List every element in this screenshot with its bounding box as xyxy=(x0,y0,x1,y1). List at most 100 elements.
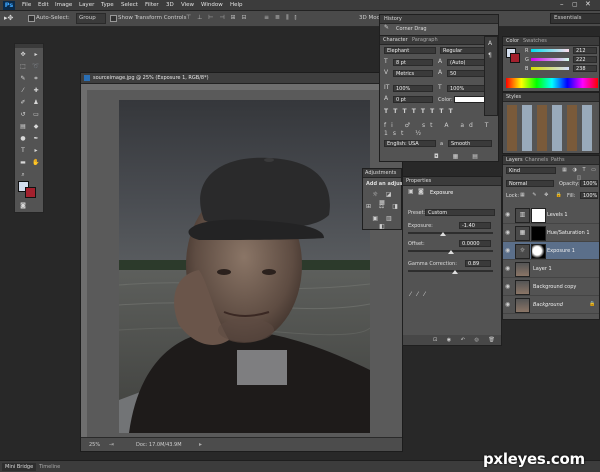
character-panel-icon[interactable]: A xyxy=(488,40,492,48)
history-brush-tool-icon[interactable]: ↺ xyxy=(18,110,28,119)
healing-tool-icon[interactable]: ✚ xyxy=(31,86,41,95)
tab-mini-bridge[interactable]: Mini Bridge xyxy=(2,463,37,471)
layer-row-selected[interactable]: ◉ ☼ Exposure 1 xyxy=(503,242,599,260)
menu-filter[interactable]: Filter xyxy=(145,2,159,8)
kerning-field[interactable]: Metrics xyxy=(393,70,433,77)
zoom-level[interactable]: 25% xyxy=(89,442,100,448)
visibility-eye-icon[interactable]: ◉ xyxy=(505,211,510,218)
tab-swatches[interactable]: Swatches xyxy=(523,38,547,44)
distribute-icons[interactable]: ≡ ≣ ⫼ ⫾ xyxy=(264,14,298,22)
menu-3d[interactable]: 3D xyxy=(166,2,174,8)
paragraph-panel-icon[interactable]: ¶ xyxy=(488,52,492,60)
menu-select[interactable]: Select xyxy=(121,2,138,8)
vertical-scale-field[interactable]: 100% xyxy=(393,85,433,92)
gradient-tool-icon[interactable]: ▤ xyxy=(18,122,28,131)
menu-layer[interactable]: Layer xyxy=(79,2,94,8)
auto-select-dropdown[interactable]: Group xyxy=(76,13,106,24)
zoom-tool-icon[interactable]: ⌕ xyxy=(18,170,28,179)
blend-mode-select[interactable]: Normal xyxy=(506,180,554,187)
align-icons[interactable]: ⊤ ⊥ ⊢ ⊣ ⊞ ⊟ xyxy=(186,14,249,21)
preset-select[interactable]: Custom xyxy=(425,209,495,216)
tab-paragraph[interactable]: Paragraph xyxy=(412,37,438,43)
opacity-field[interactable]: 100% xyxy=(580,180,598,187)
fill-field[interactable]: 100% xyxy=(580,192,598,199)
menu-type[interactable]: Type xyxy=(101,2,114,8)
quick-mask-icon[interactable]: ◙ xyxy=(18,201,28,210)
move-tool-icon[interactable]: ▸✥ xyxy=(4,14,13,22)
gamma-slider-handle[interactable] xyxy=(452,270,458,274)
lasso-tool-icon[interactable]: ➰ xyxy=(31,62,41,71)
layer-filter-select[interactable]: Kind xyxy=(506,167,556,174)
lock-icons[interactable]: ▦ ✎ ✥ 🔒 xyxy=(520,191,565,199)
shape-tool-icon[interactable]: ▬ xyxy=(18,158,28,167)
dodge-tool-icon[interactable]: ● xyxy=(18,134,28,143)
menu-file[interactable]: File xyxy=(22,2,31,8)
quick-select-tool-icon[interactable]: ✎ xyxy=(18,74,28,83)
tab-styles[interactable]: Styles xyxy=(506,94,521,100)
exposure-field[interactable]: -1.40 xyxy=(459,222,491,229)
move-tool-icon[interactable]: ✥ xyxy=(18,50,28,59)
status-arrow-icon[interactable]: ▸ xyxy=(199,441,202,448)
font-family-select[interactable]: Elephant xyxy=(384,47,436,54)
style-swatches-grid[interactable] xyxy=(507,105,597,151)
menu-view[interactable]: View xyxy=(181,2,194,8)
tab-color[interactable]: Color xyxy=(506,38,519,44)
visibility-eye-icon[interactable]: ◉ xyxy=(505,301,510,308)
export-icon[interactable]: ⇥ xyxy=(109,441,114,448)
exposure-slider-handle[interactable] xyxy=(440,232,446,236)
language-select[interactable]: English: USA xyxy=(384,140,436,147)
maximize-icon[interactable]: ▢ xyxy=(572,1,578,8)
baseline-field[interactable]: 0 pt xyxy=(393,96,433,103)
tab-timeline[interactable]: Timeline xyxy=(36,463,64,471)
layer-row[interactable]: ◉ Layer 1 xyxy=(503,260,599,278)
layer-row[interactable]: ◉ Background 🔒 xyxy=(503,296,599,314)
layer-mask-thumbnail[interactable] xyxy=(531,244,546,259)
opentype-buttons[interactable]: fi ♂ st A ad T 1st ½ xyxy=(384,122,496,138)
layer-row[interactable]: ◉ ▦ Hue/Saturation 1 xyxy=(503,224,599,242)
eyedropper-tool-icon[interactable]: ⁄ xyxy=(18,86,28,95)
type-tool-icon[interactable]: T xyxy=(18,146,28,155)
r-slider[interactable] xyxy=(531,49,569,52)
close-icon[interactable]: ✕ xyxy=(585,0,591,8)
gamma-field[interactable]: 0.89 xyxy=(465,260,491,267)
hand-tool-icon[interactable]: ✋ xyxy=(31,158,41,167)
layer-row[interactable]: ◉ ▥ Levels 1 xyxy=(503,206,599,224)
clone-stamp-tool-icon[interactable]: ♟ xyxy=(31,98,41,107)
color-spectrum-ramp[interactable] xyxy=(506,78,598,88)
panel-footer-icons[interactable]: ◘ ▦ ▤ xyxy=(434,153,484,161)
tab-history[interactable]: History xyxy=(384,16,402,22)
antialias-select[interactable]: Smooth xyxy=(448,140,492,147)
g-slider[interactable] xyxy=(531,58,569,61)
tab-adjustments[interactable]: Adjustments xyxy=(365,170,396,176)
artboard-tool-icon[interactable]: ▸ xyxy=(31,50,41,59)
eraser-tool-icon[interactable]: ▭ xyxy=(31,110,41,119)
minimize-icon[interactable]: – xyxy=(560,0,564,8)
canvas-image[interactable] xyxy=(119,100,370,433)
menu-window[interactable]: Window xyxy=(201,2,223,8)
font-size-field[interactable]: 8 pt xyxy=(393,59,433,66)
visibility-eye-icon[interactable]: ◉ xyxy=(505,283,510,290)
crop-tool-icon[interactable]: ⌗ xyxy=(31,74,41,83)
tab-layers[interactable]: Layers xyxy=(506,157,523,163)
r-field[interactable]: 212 xyxy=(573,47,597,54)
visibility-eye-icon[interactable]: ◉ xyxy=(505,247,510,254)
b-slider[interactable] xyxy=(531,67,569,70)
properties-footer-icons[interactable]: ⊡ ◉ ↶ ◎ 🗑 xyxy=(433,336,499,344)
tab-channels[interactable]: Channels xyxy=(525,157,548,163)
tab-character[interactable]: Character xyxy=(383,37,408,43)
adjustment-icons-row2[interactable]: ⊞ ⚖ ◨ xyxy=(366,203,401,211)
gamma-slider-track[interactable] xyxy=(408,270,493,272)
menu-edit[interactable]: Edit xyxy=(38,2,49,8)
b-field[interactable]: 238 xyxy=(573,65,597,72)
path-select-tool-icon[interactable]: ▸ xyxy=(31,146,41,155)
background-color-swatch[interactable] xyxy=(25,187,36,198)
menu-image[interactable]: Image xyxy=(55,2,72,8)
blur-tool-icon[interactable]: ◆ xyxy=(31,122,41,131)
eyedropper-icons[interactable]: ⁄⁄⁄ xyxy=(410,291,431,299)
offset-field[interactable]: 0.0000 xyxy=(459,240,491,247)
adjustment-icons-row3[interactable]: ▣ ▥ ◧ xyxy=(366,215,401,231)
tab-properties[interactable]: Properties xyxy=(406,178,431,184)
visibility-eye-icon[interactable]: ◉ xyxy=(505,265,510,272)
history-item[interactable]: Corner Drag xyxy=(396,26,427,32)
layer-row[interactable]: ◉ Background copy xyxy=(503,278,599,296)
